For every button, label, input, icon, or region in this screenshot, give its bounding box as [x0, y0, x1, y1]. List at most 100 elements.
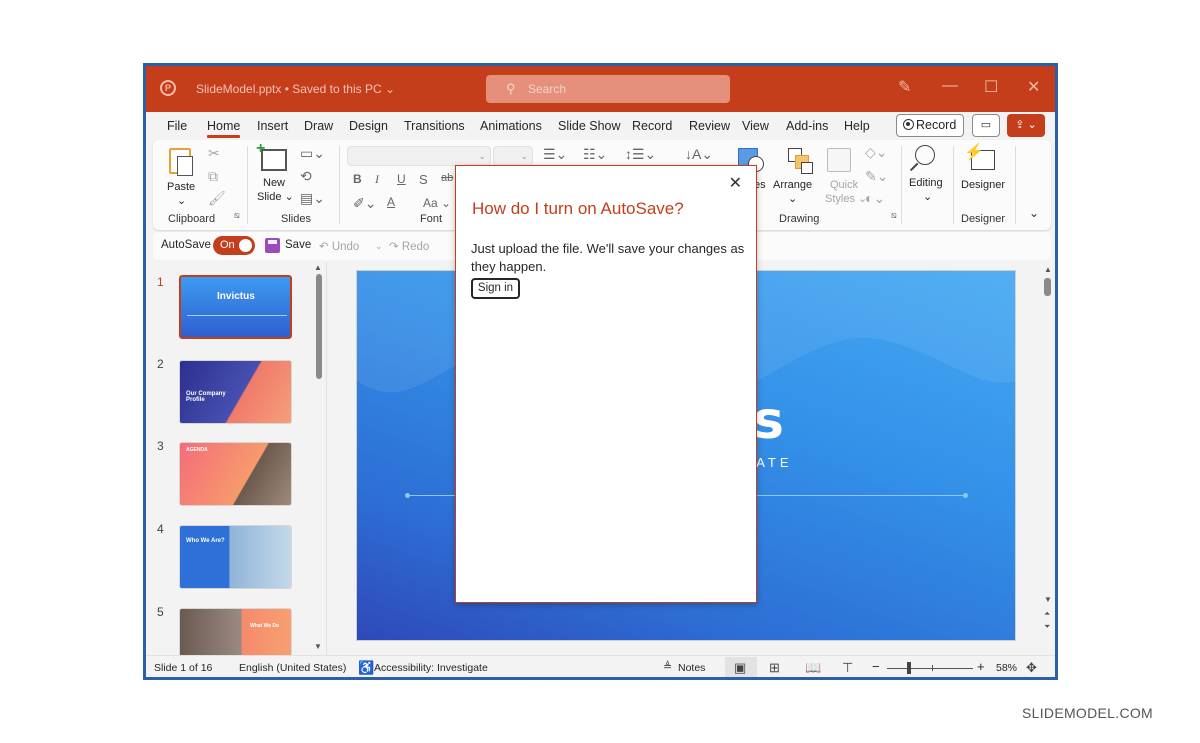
next-slide-icon[interactable]: ⏷: [1044, 622, 1050, 632]
search-box[interactable]: ⚲ Search: [486, 75, 730, 103]
zoom-slider[interactable]: [887, 668, 973, 669]
numbering-icon[interactable]: ☷⌄: [583, 146, 607, 163]
language-indicator[interactable]: English (United States): [239, 662, 346, 674]
collapse-ribbon-icon[interactable]: ⌄: [1029, 206, 1039, 220]
record-icon: [903, 119, 914, 130]
save-icon[interactable]: [265, 238, 280, 253]
arrange-icon-3: [801, 162, 813, 174]
zoom-out-button[interactable]: −: [872, 659, 880, 674]
notes-icon: ≜: [663, 661, 673, 673]
slide-thumbnail-1[interactable]: Invictus: [178, 274, 293, 340]
autosave-popup: ✕ How do I turn on AutoSave? Just upload…: [455, 165, 757, 603]
designer-label: Designer: [961, 179, 1006, 191]
italic-button[interactable]: I: [375, 172, 379, 187]
slideshow-icon[interactable]: ⊤: [842, 660, 853, 676]
tab-view[interactable]: View: [742, 119, 769, 133]
zoom-slider-thumb[interactable]: [907, 662, 911, 674]
slide-thumbnail-3[interactable]: AGENDA: [179, 442, 292, 506]
bullets-icon[interactable]: ☰⌄: [543, 146, 567, 163]
close-icon[interactable]: ✕: [729, 173, 742, 193]
minimize-button[interactable]: —: [942, 77, 958, 95]
bold-button[interactable]: B: [353, 172, 362, 186]
scroll-down-icon[interactable]: ▼: [1044, 595, 1052, 604]
tab-record[interactable]: Record: [632, 119, 672, 133]
highlight-icon[interactable]: ✐⌄: [353, 195, 376, 212]
pen-icon[interactable]: ✎: [898, 77, 911, 97]
shadow-button[interactable]: S: [419, 172, 428, 187]
zoom-in-button[interactable]: +: [977, 659, 985, 674]
record-button-label: Record: [916, 118, 957, 132]
scroll-down-icon[interactable]: ▼: [314, 642, 322, 651]
tab-add-ins[interactable]: Add-ins: [786, 119, 828, 133]
sign-in-button[interactable]: Sign in: [471, 278, 520, 299]
shape-outline-icon[interactable]: ✎⌄: [865, 168, 888, 185]
editing-label: Editing: [909, 177, 943, 189]
font-size-combo[interactable]: ⌄: [493, 146, 533, 166]
separator: [339, 146, 340, 224]
previous-slide-icon[interactable]: ⏶: [1044, 609, 1050, 619]
scrollbar-thumb[interactable]: [1044, 278, 1051, 296]
paste-label: Paste: [167, 181, 196, 193]
slide-thumbnail-4[interactable]: Who We Are?: [179, 525, 292, 589]
shape-effects-icon[interactable]: ◐⌄: [865, 190, 885, 207]
tab-home[interactable]: Home: [207, 119, 241, 138]
copy-icon[interactable]: ⧉: [208, 168, 218, 185]
comment-icon: ▭: [980, 119, 992, 131]
reset-icon[interactable]: ⟲: [300, 168, 312, 185]
notes-button[interactable]: Notes: [678, 662, 705, 674]
tab-draw[interactable]: Draw: [304, 119, 333, 133]
format-painter-icon[interactable]: 🖌: [208, 190, 226, 207]
share-button[interactable]: ⇪ ⌄: [1007, 114, 1045, 137]
scroll-up-icon[interactable]: ▲: [1044, 265, 1052, 274]
tab-slide-show[interactable]: Slide Show: [558, 119, 621, 133]
fit-to-window-icon[interactable]: ✥: [1026, 660, 1037, 676]
find-icon-handle: [909, 162, 919, 171]
underline-button[interactable]: U: [397, 172, 406, 186]
line-spacing-icon[interactable]: ↕☰⌄: [625, 146, 656, 163]
separator: [1015, 146, 1016, 224]
group-label-drawing: Drawing: [779, 213, 820, 225]
dialog-launcher-icon[interactable]: ⧅: [234, 210, 240, 221]
slide-thumbnail-2[interactable]: Our Company Profile: [179, 360, 292, 424]
tab-transitions[interactable]: Transitions: [404, 119, 465, 133]
slide-sorter-icon[interactable]: ⊞: [769, 660, 780, 676]
undo-dropdown-icon[interactable]: ⌄: [375, 241, 383, 252]
zoom-level[interactable]: 58%: [996, 662, 1017, 674]
strikethrough-button[interactable]: ab: [441, 172, 453, 184]
accessibility-status[interactable]: Accessibility: Investigate: [374, 662, 488, 674]
cut-icon[interactable]: ✂: [208, 145, 220, 162]
tab-review[interactable]: Review: [689, 119, 730, 133]
autosave-toggle[interactable]: On: [213, 236, 255, 255]
tab-file[interactable]: File: [167, 119, 187, 133]
scroll-up-icon[interactable]: ▲: [314, 263, 322, 272]
editing-arrow-icon: ⌄: [923, 191, 933, 203]
font-name-combo[interactable]: ⌄: [347, 146, 491, 166]
layout-icon[interactable]: ▭⌄: [300, 145, 325, 162]
undo-button[interactable]: ↶ Undo: [319, 239, 359, 253]
font-color-button[interactable]: A: [387, 195, 395, 209]
maximize-button[interactable]: ☐: [984, 77, 998, 97]
redo-button[interactable]: ↷ Redo: [389, 239, 429, 253]
change-case-button[interactable]: Aa ⌄: [423, 196, 451, 210]
reading-view-icon[interactable]: 📖: [805, 660, 821, 676]
shape-fill-icon[interactable]: ◇⌄: [865, 144, 888, 161]
quick-styles-label-1: Quick: [830, 179, 859, 191]
section-icon[interactable]: ▤⌄: [300, 190, 325, 207]
document-title[interactable]: SlideModel.pptx • Saved to this PC ⌄: [196, 82, 395, 96]
tab-help[interactable]: Help: [844, 119, 870, 133]
save-button[interactable]: Save: [285, 239, 311, 251]
sort-icon[interactable]: ↓A⌄: [685, 146, 713, 163]
quick-styles-icon: [827, 148, 851, 172]
title-bar: P SlideModel.pptx • Saved to this PC ⌄ ⚲…: [146, 66, 1055, 112]
scrollbar-thumb[interactable]: [316, 274, 322, 379]
dialog-launcher-icon[interactable]: ⧅: [891, 210, 897, 221]
slide-scrollbar[interactable]: ▲ ▼ ⏶ ⏷: [1041, 262, 1055, 655]
tab-design[interactable]: Design: [349, 119, 388, 133]
thumbnail-scrollbar[interactable]: ▲ ▼: [313, 262, 325, 655]
tab-insert[interactable]: Insert: [257, 119, 288, 133]
close-button[interactable]: ✕: [1027, 77, 1040, 97]
comments-button[interactable]: ▭: [972, 114, 1000, 137]
tab-animations[interactable]: Animations: [480, 119, 542, 133]
normal-view-icon[interactable]: ▣: [734, 660, 746, 676]
record-button[interactable]: Record: [896, 114, 964, 137]
